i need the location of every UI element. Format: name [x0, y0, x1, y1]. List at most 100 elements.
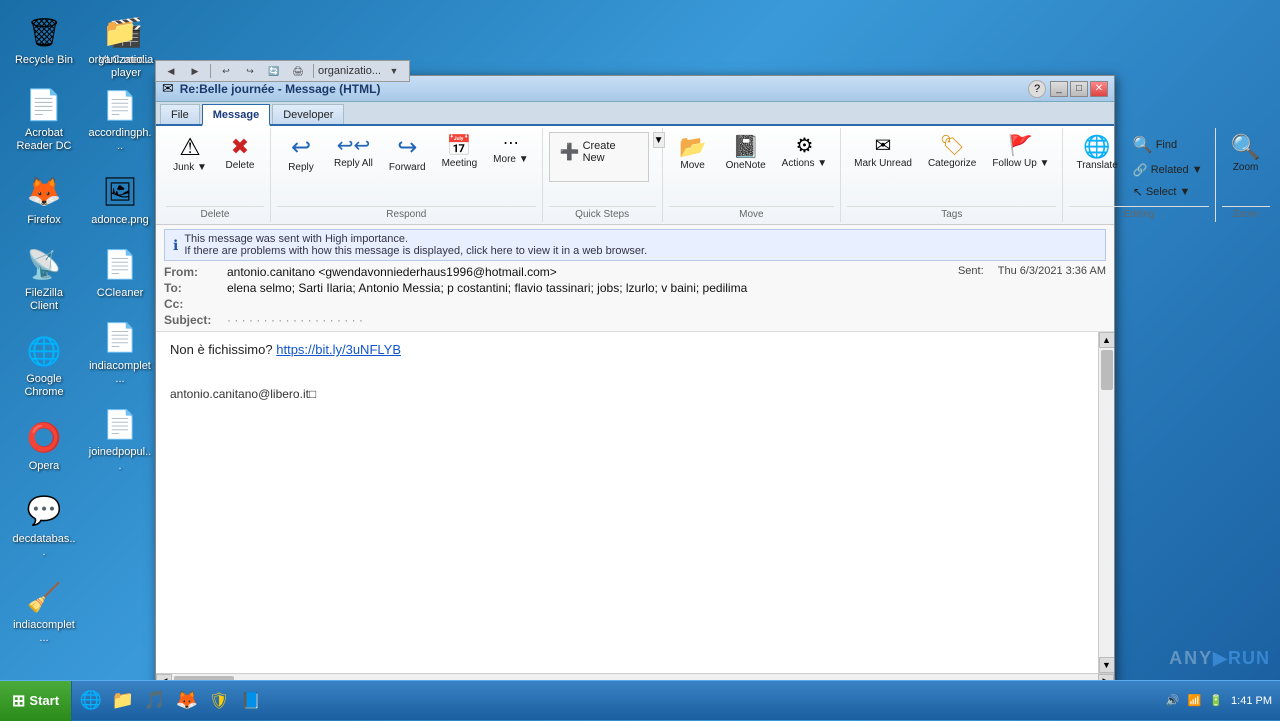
- acrobat-icon: 📄: [24, 85, 64, 125]
- tags-group-buttons: ✉ Mark Unread 🏷 Categorize 🚩 Follow Up ▼: [847, 128, 1056, 204]
- taskbar: ⊞ Start 🌐 📁 🎵 🦊 🛡 📘 🔊 📶 🔋 1:41 PM: [0, 680, 1280, 720]
- scroll-thumb[interactable]: [1101, 350, 1113, 390]
- more-button[interactable]: ⋯ More ▼: [486, 132, 535, 170]
- categorize-button[interactable]: 🏷 Categorize: [921, 132, 983, 174]
- reply-all-button[interactable]: ↩↩ Reply All: [327, 132, 380, 174]
- desktop-icon-adonce[interactable]: 🖼 adonce.png: [84, 168, 156, 231]
- respond-group-label: Respond: [277, 206, 536, 222]
- editing-stack: 🔍 Find 🔗 Related ▼ ↖ Select ▼: [1127, 132, 1209, 202]
- nav-back-btn[interactable]: ◀: [160, 62, 182, 80]
- follow-up-button[interactable]: 🚩 Follow Up ▼: [985, 132, 1056, 174]
- taskbar-word-btn[interactable]: 📘: [236, 686, 266, 716]
- ribbon-group-quick-steps: ➕ Create New ▼ Quick Steps: [543, 128, 663, 222]
- zoom-button[interactable]: 🔍 Zoom: [1222, 132, 1270, 178]
- importance-notice-bar[interactable]: ℹ This message was sent with High import…: [164, 229, 1106, 261]
- taskbar-firefox-taskbar-btn[interactable]: 🦊: [172, 686, 202, 716]
- to-label: To:: [164, 281, 219, 295]
- ribbon-group-editing: 🌐 Translate 🔍 Find 🔗 Related ▼: [1063, 128, 1215, 222]
- joinedpopul-label: joinedpopul...: [88, 446, 152, 472]
- opera-label: Opera: [29, 460, 60, 473]
- adonce-label: adonce.png: [91, 214, 149, 227]
- meeting-icon: 📅: [447, 136, 472, 156]
- desktop-icon-indiacomplet[interactable]: 📄 VLC media player indiacomplet...: [84, 314, 156, 390]
- minimize-button[interactable]: _: [1050, 81, 1068, 97]
- related-icon: 🔗: [1133, 163, 1148, 177]
- taskbar-explorer-btn[interactable]: 📁: [108, 686, 138, 716]
- reply-all-label: Reply All: [334, 158, 373, 170]
- joinedpopul-icon: 📄: [100, 404, 140, 444]
- desktop-icon-filezilla[interactable]: 📡 FileZilla Client: [8, 241, 80, 317]
- nav-undo-btn[interactable]: ↩: [215, 62, 237, 80]
- actions-label: Actions ▼: [782, 158, 827, 170]
- nav-forward-btn[interactable]: ▶: [184, 62, 206, 80]
- taskbar-ie-btn[interactable]: 🌐: [76, 686, 106, 716]
- desktop-icon-skype[interactable]: 💬 decdatabas...: [8, 487, 80, 563]
- nav-refresh-btn[interactable]: 🔄: [263, 62, 285, 80]
- message-link[interactable]: https://bit.ly/3uNFLYB: [276, 342, 401, 357]
- desktop-icon-according[interactable]: 📄 accordingph...: [84, 81, 156, 157]
- nav-toolbar: ◀ ▶ ↩ ↪ 🔄 🖨 organizatio... ▼: [155, 60, 410, 82]
- ribbon-group-delete: ⚠ Junk ▼ ✖ Delete Delete: [160, 128, 271, 222]
- desktop: 🗑 Recycle Bin 📄 Acrobat Reader DC 🦊 Fire…: [0, 0, 1280, 720]
- forward-button[interactable]: ↪ Forward: [382, 132, 433, 178]
- taskbar-media-btn[interactable]: 🎵: [140, 686, 170, 716]
- help-button[interactable]: ?: [1028, 80, 1046, 98]
- subject-value: · · · · · · · · · · · · · · · · · · ·: [227, 313, 1106, 327]
- create-new-button[interactable]: ➕ Create New: [554, 137, 644, 167]
- tab-developer[interactable]: Developer: [272, 104, 344, 124]
- from-value: antonio.canitano <gwendavonniederhaus199…: [227, 265, 950, 279]
- nav-dropdown-btn[interactable]: ▼: [383, 62, 405, 80]
- actions-button[interactable]: ⚙ Actions ▼: [775, 132, 834, 174]
- meeting-button[interactable]: 📅 Meeting: [435, 132, 485, 174]
- categorize-label: Categorize: [928, 158, 976, 170]
- find-button[interactable]: 🔍 Find: [1127, 132, 1209, 158]
- delete-group-buttons: ⚠ Junk ▼ ✖ Delete: [166, 128, 264, 204]
- desktop-icon-chrome[interactable]: 🌐 Google Chrome: [8, 327, 80, 403]
- firefox-icon: 🦊: [24, 172, 64, 212]
- ribbon-group-zoom: 🔍 Zoom Zoom: [1216, 128, 1276, 222]
- desktop-icon-joinedpopul[interactable]: 📄 joinedpopul...: [84, 400, 156, 476]
- onenote-label: OneNote: [726, 160, 766, 172]
- ccleaner-label: indiacomplet...: [12, 619, 76, 645]
- tab-message[interactable]: Message: [202, 104, 270, 126]
- desktop-icon-firefox[interactable]: 🦊 Firefox: [8, 168, 80, 231]
- message-body[interactable]: Non è fichissimo? https://bit.ly/3uNFLYB…: [156, 332, 1098, 673]
- more-label: More ▼: [493, 154, 528, 166]
- desktop-icon-ccleaner[interactable]: 🧹 indiacomplet...: [8, 573, 80, 649]
- select-button[interactable]: ↖ Select ▼: [1127, 182, 1209, 202]
- ribbon-panel: ⚠ Junk ▼ ✖ Delete Delete ↩ Reply: [156, 126, 1114, 225]
- scroll-up-btn[interactable]: ▲: [1099, 332, 1115, 348]
- related-button[interactable]: 🔗 Related ▼: [1127, 160, 1209, 180]
- delete-button[interactable]: ✖ Delete: [216, 132, 264, 176]
- reply-label: Reply: [288, 162, 314, 174]
- desktop-icon-organizatio[interactable]: 📁 organizatio...: [84, 8, 156, 71]
- filezilla-icon: 📡: [24, 245, 64, 285]
- create-new-label: Create New: [583, 140, 638, 164]
- more-icon: ⋯: [503, 136, 519, 152]
- mark-unread-button[interactable]: ✉ Mark Unread: [847, 132, 919, 174]
- translate-button[interactable]: 🌐 Translate: [1069, 132, 1124, 176]
- onenote-icon: 📓: [732, 136, 759, 158]
- vertical-scrollbar[interactable]: ▲ ▼: [1098, 332, 1114, 673]
- move-button[interactable]: 📂 Move: [669, 132, 717, 176]
- junk-button[interactable]: ⚠ Junk ▼: [166, 132, 214, 178]
- desktop-icon-recycle-bin[interactable]: 🗑 Recycle Bin: [8, 8, 80, 71]
- start-button[interactable]: ⊞ Start: [0, 681, 72, 721]
- onenote-button[interactable]: 📓 OneNote: [719, 132, 773, 176]
- cc-value: [227, 297, 1106, 311]
- tags-group-label: Tags: [847, 206, 1056, 222]
- restore-button[interactable]: □: [1070, 81, 1088, 97]
- create-new-icon: ➕: [560, 142, 580, 162]
- desktop-icon-decdatabas[interactable]: 📄 CCleaner: [84, 241, 156, 304]
- taskbar-shield-btn[interactable]: 🛡: [204, 686, 234, 716]
- desktop-icon-acrobat[interactable]: 📄 Acrobat Reader DC: [8, 81, 80, 157]
- close-button[interactable]: ✕: [1090, 81, 1108, 97]
- nav-print-btn[interactable]: 🖨: [287, 62, 309, 80]
- skype-label: decdatabas...: [12, 533, 76, 559]
- translate-icon: 🌐: [1083, 136, 1110, 158]
- nav-redo-btn[interactable]: ↪: [239, 62, 261, 80]
- tab-file[interactable]: File: [160, 104, 200, 124]
- reply-button[interactable]: ↩ Reply: [277, 132, 325, 178]
- scroll-down-btn[interactable]: ▼: [1099, 657, 1115, 673]
- desktop-icon-opera[interactable]: ⭕ Opera: [8, 414, 80, 477]
